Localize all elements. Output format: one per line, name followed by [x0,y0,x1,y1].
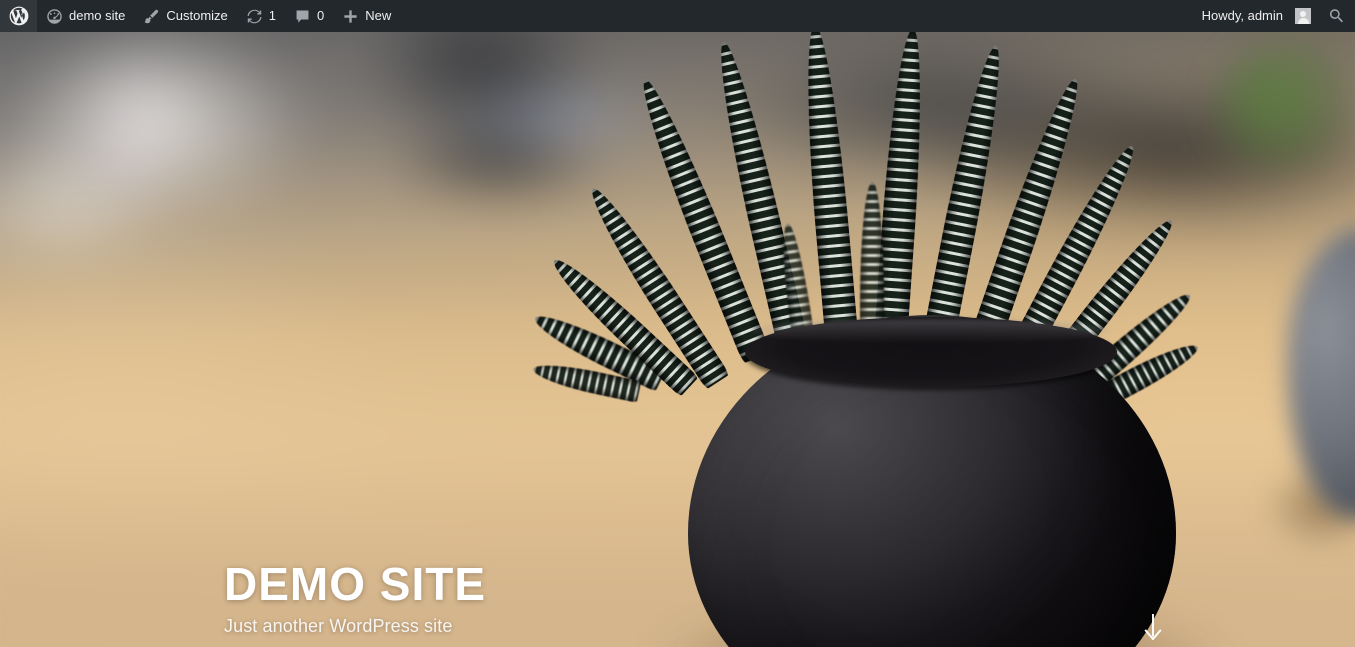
paintbrush-icon [143,8,160,25]
new-content-label: New [365,8,392,23]
howdy-label: Howdy, admin [1201,8,1283,23]
new-content-menu-item[interactable]: New [333,0,400,32]
site-name-label: demo site [69,8,126,23]
admin-bar-right-group: Howdy, admin [1193,0,1355,32]
site-branding: DEMO SITE Just another WordPress site [224,560,486,637]
planter-rim-highlight [752,319,1110,343]
comments-count: 0 [317,8,325,23]
comment-bubble-icon [294,8,311,25]
avatar-icon [1295,8,1311,24]
page-title[interactable]: DEMO SITE [224,560,486,609]
search-icon [1329,8,1346,25]
arrow-down-icon [1144,614,1162,640]
site-name-menu-item[interactable]: demo site [37,0,134,32]
customize-label: Customize [166,8,228,23]
wp-admin-bar: demo site Customize 1 0 New Howdy, admin [0,0,1355,32]
my-account-menu-item[interactable]: Howdy, admin [1193,0,1320,32]
wp-logo-menu-item[interactable] [0,0,37,32]
comments-menu-item[interactable]: 0 [285,0,333,32]
admin-bar-left-group: demo site Customize 1 0 New [0,0,400,32]
updates-count: 1 [268,8,277,23]
site-tagline: Just another WordPress site [224,615,453,636]
admin-bar-search-button[interactable] [1320,0,1355,32]
updates-menu-item[interactable]: 1 [237,0,285,32]
dashboard-icon [46,8,63,25]
customize-menu-item[interactable]: Customize [134,0,236,32]
wordpress-logo-icon [9,6,29,26]
scroll-down-button[interactable] [1139,610,1167,644]
custom-header-hero: DEMO SITE Just another WordPress site [0,32,1355,647]
plus-icon [342,8,359,25]
update-arrows-icon [246,8,263,25]
